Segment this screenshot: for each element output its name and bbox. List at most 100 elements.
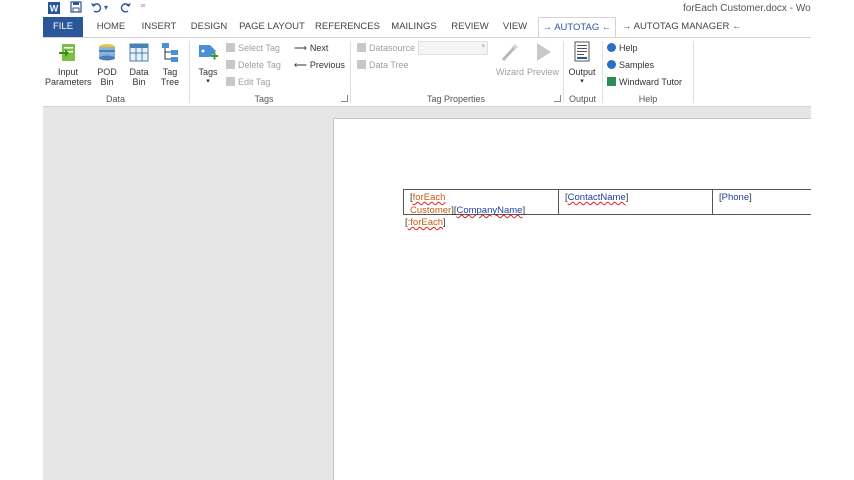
undo-dropdown-icon[interactable]: ▾ — [102, 1, 110, 15]
preview-label: Preview — [527, 67, 560, 77]
group-divider — [189, 41, 190, 103]
input-parameters-label-1: Input — [57, 67, 79, 77]
tab-home[interactable]: HOME — [90, 17, 132, 37]
word-window: W ▾ ⁼ forEach Customer.docx - Word FILE … — [43, 0, 811, 480]
tab-page-layout[interactable]: PAGE LAYOUT — [239, 17, 305, 37]
tab-review[interactable]: REVIEW — [448, 17, 492, 37]
samples-button[interactable]: Samples — [607, 59, 654, 71]
tab-references[interactable]: REFERENCES — [315, 17, 380, 37]
tag-close-bracket: ] — [749, 192, 752, 203]
data-bin-label-2: Bin — [132, 77, 146, 87]
document-page[interactable] — [333, 118, 811, 480]
tag-close-bracket: ] — [625, 192, 629, 203]
edit-tag-button[interactable]: Edit Tag — [226, 76, 270, 88]
previous-label: Previous — [309, 60, 345, 70]
tab-insert[interactable]: INSERT — [138, 17, 180, 37]
datasource-icon — [357, 43, 366, 52]
datasource-dropdown[interactable]: ▾ — [418, 41, 488, 55]
chevron-down-icon: ▾ — [481, 43, 485, 50]
delete-tag-label: Delete Tag — [238, 60, 281, 70]
data-tree-label: Data Tree — [369, 60, 409, 70]
table-cell-contact[interactable]: [ContactName] — [558, 189, 712, 215]
group-divider — [693, 41, 694, 103]
tab-file[interactable]: FILE — [43, 17, 83, 37]
data-bin-icon — [128, 41, 150, 63]
pod-bin-button[interactable]: POD Bin — [93, 41, 121, 87]
edit-tag-label: Edit Tag — [238, 77, 271, 87]
input-parameters-label-2: Parameters — [45, 77, 92, 87]
tag-tree-button[interactable]: Tag Tree — [156, 41, 184, 87]
output-group-label: Output — [568, 94, 597, 104]
windward-tutor-button[interactable]: Windward Tutor — [607, 76, 682, 88]
word-icon[interactable]: W — [47, 1, 61, 15]
data-group-label: Data — [105, 94, 125, 104]
help-button[interactable]: Help — [607, 42, 638, 54]
undo-icon[interactable] — [89, 1, 103, 15]
tag-tree-icon — [159, 41, 181, 63]
next-tag-button[interactable]: ⟶ Next — [294, 42, 328, 54]
input-parameters-button[interactable]: Input Parameters — [45, 41, 92, 87]
previous-tag-button[interactable]: ⟵ Previous — [294, 59, 345, 71]
data-tree-button[interactable]: Data Tree — [357, 59, 409, 71]
tag-properties-dialog-launcher-icon[interactable] — [554, 95, 561, 102]
tag-tree-label-1: Tag — [162, 67, 178, 77]
table-cell-company[interactable]: [forEach Customer][CompanyName] — [403, 189, 558, 216]
pod-bin-label-2: Bin — [100, 77, 114, 87]
companyname-tag[interactable]: CompanyName — [456, 205, 522, 216]
contactname-tag[interactable]: ContactName — [568, 192, 626, 203]
cell-line-1: [forEach — [410, 191, 552, 204]
preview-button[interactable]: Preview — [527, 41, 559, 77]
svg-text:W: W — [50, 4, 59, 14]
redo-icon[interactable] — [119, 1, 133, 15]
title-bar: W ▾ ⁼ forEach Customer.docx - Word — [43, 0, 811, 17]
help-group-label: Help — [638, 94, 658, 104]
delete-tag-button[interactable]: Delete Tag — [226, 59, 281, 71]
tab-view[interactable]: VIEW — [499, 17, 531, 37]
wizard-wand-icon — [499, 41, 521, 63]
pod-bin-label-1: POD — [97, 67, 117, 77]
select-tag-button[interactable]: Select Tag — [226, 42, 280, 54]
output-label: Output — [568, 67, 596, 77]
tags-icon — [197, 41, 219, 63]
windward-tutor-label: Windward Tutor — [619, 77, 683, 87]
tab-autotag-manager[interactable]: → AUTOTAG MANAGER ← — [622, 17, 741, 37]
tag-tree-label-2: Tree — [160, 77, 180, 87]
window-title: forEach Customer.docx - Word — [683, 3, 811, 14]
windward-tutor-icon — [607, 77, 616, 86]
help-label: Help — [619, 43, 638, 53]
foreach-tag[interactable]: forEach — [413, 192, 446, 203]
phone-tag[interactable]: Phone — [722, 192, 749, 203]
tag-close-bracket: ] — [443, 217, 446, 228]
data-bin-button[interactable]: Data Bin — [125, 41, 153, 87]
play-icon — [532, 41, 554, 63]
customize-quick-access-icon[interactable]: ⁼ — [139, 1, 147, 15]
ribbon: Input Parameters POD Bin Data Bin Tag Tr… — [43, 37, 811, 107]
samples-icon — [607, 60, 616, 69]
data-bin-label-1: Data — [129, 67, 149, 77]
save-icon[interactable] — [69, 1, 83, 15]
tag-close-bracket: ] — [522, 205, 526, 216]
tag-properties-group-label: Tag Properties — [426, 94, 486, 104]
customer-tag[interactable]: Customer — [410, 205, 451, 216]
tab-autotag[interactable]: → AUTOTAG ← — [538, 17, 616, 38]
table-cell-phone[interactable]: [Phone] — [712, 189, 811, 215]
arrow-right-icon: ⟶ — [294, 43, 307, 53]
data-tree-icon — [357, 60, 366, 69]
ribbon-tabs: FILE HOME INSERT DESIGN PAGE LAYOUT REFE… — [43, 17, 811, 38]
output-document-icon — [571, 41, 593, 63]
wizard-button[interactable]: Wizard — [495, 41, 525, 77]
tags-button[interactable]: Tags ▾ — [194, 41, 222, 87]
end-foreach-line[interactable]: [:forEach] — [405, 216, 446, 229]
output-dropdown-icon: ▾ — [580, 78, 584, 85]
end-foreach-tag[interactable]: :forEach — [408, 217, 443, 228]
tags-dropdown-icon: ▾ — [206, 78, 210, 85]
help-icon — [607, 43, 616, 52]
next-label: Next — [309, 43, 329, 53]
select-tag-label: Select Tag — [238, 43, 280, 53]
output-button[interactable]: Output ▾ — [566, 41, 598, 87]
arrow-left-icon: ⟵ — [294, 60, 307, 70]
wizard-label: Wizard — [495, 67, 524, 77]
tags-dialog-launcher-icon[interactable] — [341, 95, 348, 102]
tab-design[interactable]: DESIGN — [187, 17, 231, 37]
tab-mailings[interactable]: MAILINGS — [388, 17, 440, 37]
